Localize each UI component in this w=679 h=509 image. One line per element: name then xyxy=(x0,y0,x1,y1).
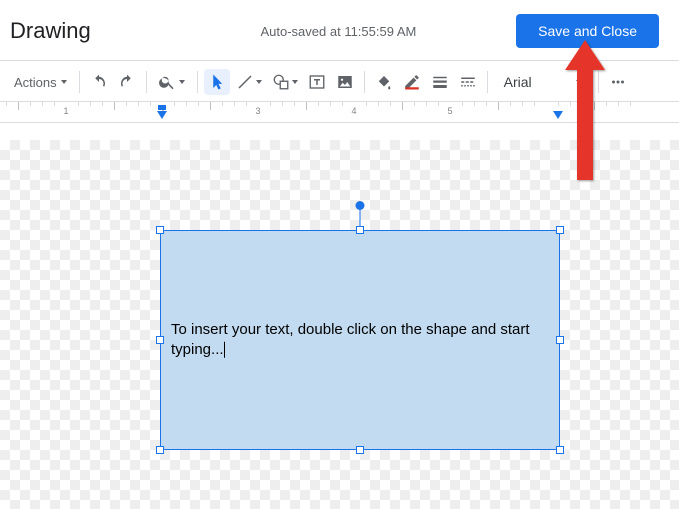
ruler-number: 5 xyxy=(447,106,452,116)
separator xyxy=(79,71,80,93)
resize-handle-tl[interactable] xyxy=(156,226,164,234)
textbox-tool[interactable] xyxy=(304,69,330,95)
shapes-icon xyxy=(272,73,290,91)
resize-handle-b[interactable] xyxy=(356,446,364,454)
separator xyxy=(197,71,198,93)
shape-tool[interactable] xyxy=(268,69,302,95)
separator xyxy=(364,71,365,93)
rotate-handle[interactable] xyxy=(356,201,365,210)
resize-handle-tr[interactable] xyxy=(556,226,564,234)
separator xyxy=(487,71,488,93)
border-weight-button[interactable] xyxy=(427,69,453,95)
save-and-close-button[interactable]: Save and Close xyxy=(516,14,659,48)
right-indent-marker[interactable] xyxy=(553,111,563,119)
ruler-number: 1 xyxy=(63,106,68,116)
pen-icon xyxy=(403,73,421,91)
resize-handle-r[interactable] xyxy=(556,336,564,344)
selected-shape[interactable]: To insert your text, double click on the… xyxy=(160,230,560,450)
left-indent-marker[interactable] xyxy=(157,111,167,119)
autosave-status: Auto-saved at 11:55:59 AM xyxy=(190,24,416,39)
line-dash-icon xyxy=(459,73,477,91)
select-tool[interactable] xyxy=(204,69,230,95)
resize-handle-t[interactable] xyxy=(356,226,364,234)
textbox-icon xyxy=(308,73,326,91)
zoom-icon xyxy=(158,73,176,91)
line-weight-icon xyxy=(431,73,449,91)
caret-down-icon xyxy=(256,80,262,84)
dialog-header: Drawing Auto-saved at 11:55:59 AM Save a… xyxy=(0,0,679,60)
resize-handle-l[interactable] xyxy=(156,336,164,344)
line-tool[interactable] xyxy=(232,69,266,95)
resize-handle-bl[interactable] xyxy=(156,446,164,454)
border-color-button[interactable] xyxy=(399,69,425,95)
font-picker-caret[interactable] xyxy=(566,69,592,95)
fill-color-button[interactable] xyxy=(371,69,397,95)
actions-menu[interactable]: Actions xyxy=(8,69,73,95)
image-tool[interactable] xyxy=(332,69,358,95)
text-cursor xyxy=(224,342,225,358)
ruler-number: 3 xyxy=(255,106,260,116)
image-icon xyxy=(336,73,354,91)
zoom-button[interactable] xyxy=(153,69,191,95)
paint-bucket-icon xyxy=(375,73,393,91)
more-horizontal-icon xyxy=(609,73,627,91)
undo-button[interactable] xyxy=(86,69,112,95)
ruler-number: 4 xyxy=(351,106,356,116)
line-icon xyxy=(236,73,254,91)
redo-icon xyxy=(118,73,136,91)
caret-down-icon xyxy=(576,80,582,84)
caret-down-icon xyxy=(61,80,67,84)
undo-icon xyxy=(90,73,108,91)
resize-handle-br[interactable] xyxy=(556,446,564,454)
font-picker[interactable]: Arial xyxy=(494,69,564,95)
dialog-title: Drawing xyxy=(10,18,91,44)
redo-button[interactable] xyxy=(114,69,140,95)
shape-text[interactable]: To insert your text, double click on the… xyxy=(171,320,549,361)
more-tools-button[interactable] xyxy=(605,69,631,95)
border-dash-button[interactable] xyxy=(455,69,481,95)
horizontal-ruler[interactable]: 12345 xyxy=(0,101,679,123)
caret-down-icon xyxy=(179,80,185,84)
drawing-toolbar: Actions xyxy=(0,67,679,101)
drawing-canvas[interactable]: To insert your text, double click on the… xyxy=(0,140,679,509)
first-line-indent-marker[interactable] xyxy=(158,105,166,110)
divider xyxy=(0,60,679,61)
cursor-icon xyxy=(208,73,226,91)
caret-down-icon xyxy=(292,80,298,84)
separator xyxy=(598,71,599,93)
separator xyxy=(146,71,147,93)
